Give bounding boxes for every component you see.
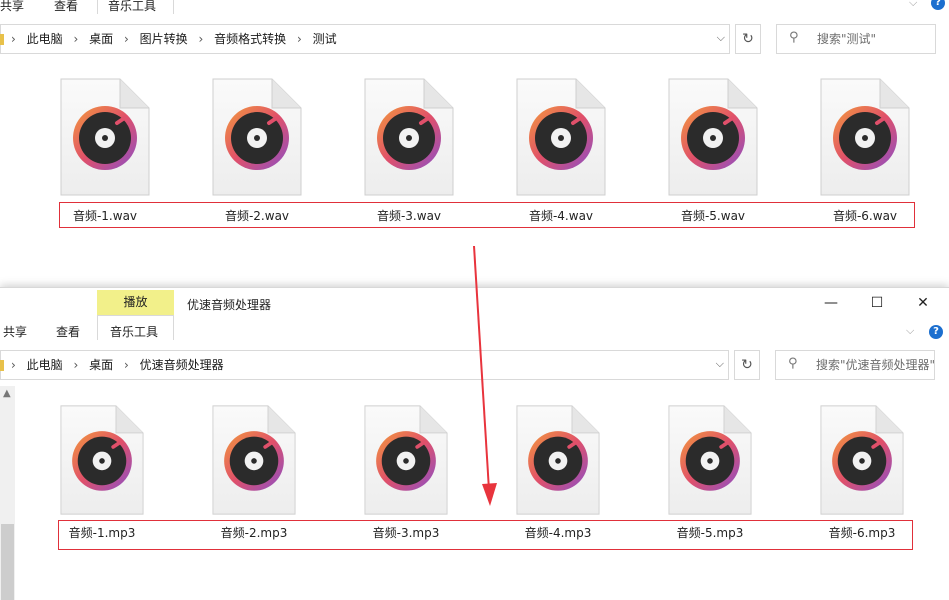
- refresh-icon: ↻: [742, 31, 754, 47]
- file-item[interactable]: [364, 78, 456, 200]
- music-file-icon: [364, 405, 448, 515]
- breadcrumb-audio-format[interactable]: 音频格式转换: [214, 25, 286, 53]
- music-file-icon: [516, 78, 606, 196]
- file-name[interactable]: 音频-3.mp3: [346, 524, 466, 541]
- music-file-icon: [212, 405, 296, 515]
- refresh-button[interactable]: ↻: [734, 350, 760, 380]
- music-file-icon: [516, 405, 600, 515]
- music-file-icon: [668, 405, 752, 515]
- file-name[interactable]: 音频-1.mp3: [42, 524, 162, 541]
- refresh-icon: ↻: [741, 357, 753, 373]
- tab-share[interactable]: 共享: [0, 0, 24, 14]
- explorer-window-source: 共享 查看 音乐工具 ⌵ ? › 此电脑 › 桌面 › 图片转换 › 音频格式转…: [0, 0, 949, 290]
- breadcrumb-app-folder[interactable]: 优速音频处理器: [140, 351, 224, 379]
- breadcrumb-image-convert[interactable]: 图片转换: [140, 25, 188, 53]
- file-item[interactable]: [60, 78, 152, 200]
- vertical-scrollbar[interactable]: ▲: [0, 386, 15, 600]
- tab-play[interactable]: 播放: [97, 290, 174, 315]
- folder-icon: [0, 360, 4, 371]
- search-placeholder: 搜索"测试": [817, 32, 877, 46]
- file-name[interactable]: 音频-5.wav: [653, 207, 773, 224]
- tab-music-tools[interactable]: 音乐工具: [108, 0, 156, 14]
- ribbon-expand-chevron-icon[interactable]: ⌵: [906, 324, 914, 338]
- file-item[interactable]: [516, 404, 608, 526]
- search-placeholder: 搜索"优速音频处理器": [816, 358, 935, 372]
- breadcrumb-this-pc[interactable]: 此电脑: [27, 351, 63, 379]
- file-name[interactable]: 音频-4.wav: [501, 207, 621, 224]
- file-name[interactable]: 音频-6.wav: [805, 207, 925, 224]
- file-item[interactable]: [212, 404, 304, 526]
- filename-highlight-box: [58, 520, 913, 550]
- music-file-icon: [364, 78, 454, 196]
- music-file-icon: [60, 78, 150, 196]
- music-file-icon: [820, 405, 904, 515]
- music-file-icon: [820, 78, 910, 196]
- breadcrumb-this-pc[interactable]: 此电脑: [27, 25, 63, 53]
- search-icon: ⚲: [789, 30, 799, 45]
- tab-music-tools[interactable]: 音乐工具: [110, 323, 158, 340]
- file-name[interactable]: 音频-2.wav: [197, 207, 317, 224]
- scrollbar-thumb[interactable]: [1, 524, 14, 600]
- breadcrumb-test[interactable]: 测试: [313, 25, 337, 53]
- file-name[interactable]: 音频-6.mp3: [802, 524, 922, 541]
- close-icon[interactable]: ✕: [908, 292, 938, 314]
- file-item[interactable]: [212, 78, 304, 200]
- minimize-icon[interactable]: —: [816, 292, 846, 314]
- breadcrumb-desktop[interactable]: 桌面: [89, 351, 113, 379]
- tab-divider: [97, 0, 98, 14]
- address-bar[interactable]: › 此电脑 › 桌面 › 优速音频处理器 ⌵: [0, 350, 729, 380]
- file-item[interactable]: [668, 78, 760, 200]
- folder-icon: [0, 34, 4, 45]
- search-icon: ⚲: [788, 356, 798, 371]
- breadcrumb: › 此电脑 › 桌面 › 优速音频处理器: [9, 351, 224, 379]
- file-name[interactable]: 音频-1.wav: [45, 207, 165, 224]
- music-file-icon: [668, 78, 758, 196]
- explorer-window-output: 播放 优速音频处理器 — ☐ ✕ 共享 查看 音乐工具 ⌵ ? › 此电脑 › …: [0, 287, 949, 600]
- file-name[interactable]: 音频-4.mp3: [498, 524, 618, 541]
- help-icon[interactable]: ?: [929, 325, 943, 339]
- file-item[interactable]: [820, 78, 912, 200]
- file-item[interactable]: [60, 404, 152, 526]
- ribbon-expand-chevron-icon[interactable]: ⌵: [909, 0, 917, 10]
- breadcrumb-desktop[interactable]: 桌面: [89, 25, 113, 53]
- tab-divider: [173, 0, 174, 14]
- search-box[interactable]: ⚲ 搜索"测试": [776, 24, 936, 54]
- search-box[interactable]: ⚲ 搜索"优速音频处理器": [775, 350, 935, 380]
- window-title: 优速音频处理器: [187, 298, 272, 312]
- file-item[interactable]: [516, 78, 608, 200]
- breadcrumb: › 此电脑 › 桌面 › 图片转换 › 音频格式转换 › 测试: [9, 25, 337, 53]
- filename-highlight-box: [59, 202, 915, 228]
- help-icon[interactable]: ?: [931, 0, 945, 10]
- file-name[interactable]: 音频-2.mp3: [194, 524, 314, 541]
- scroll-up-icon[interactable]: ▲: [3, 388, 11, 399]
- maximize-icon[interactable]: ☐: [862, 292, 892, 314]
- music-file-icon: [212, 78, 302, 196]
- refresh-button[interactable]: ↻: [735, 24, 761, 54]
- tab-view[interactable]: 查看: [54, 0, 78, 14]
- address-dropdown-icon[interactable]: ⌵: [716, 357, 724, 371]
- file-name[interactable]: 音频-5.mp3: [650, 524, 770, 541]
- file-item[interactable]: [820, 404, 912, 526]
- tab-share[interactable]: 共享: [3, 323, 27, 340]
- address-bar[interactable]: › 此电脑 › 桌面 › 图片转换 › 音频格式转换 › 测试 ⌵: [0, 24, 730, 54]
- music-file-icon: [60, 405, 144, 515]
- tab-view[interactable]: 查看: [56, 323, 80, 340]
- file-item[interactable]: [668, 404, 760, 526]
- file-name[interactable]: 音频-3.wav: [349, 207, 469, 224]
- file-item[interactable]: [364, 404, 456, 526]
- address-dropdown-icon[interactable]: ⌵: [717, 31, 725, 45]
